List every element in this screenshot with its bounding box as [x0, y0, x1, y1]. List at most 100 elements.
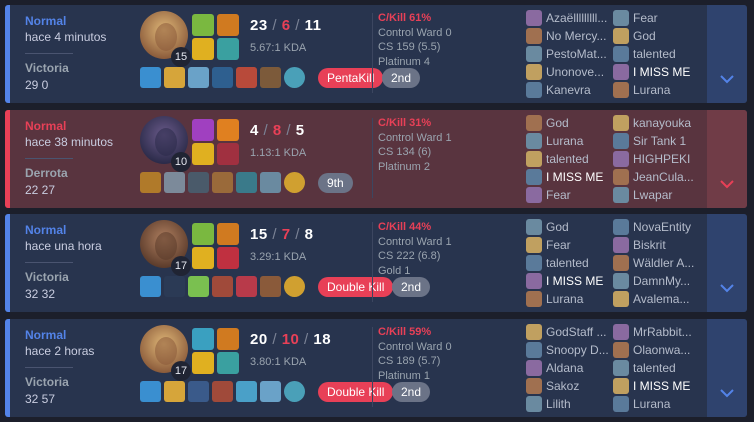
item-icon[interactable] [188, 172, 209, 193]
kda-separator: / [299, 331, 314, 348]
item-icon[interactable] [140, 172, 161, 193]
match-row[interactable]: Normal hace 4 minutos Victoria 29 0 15 23 / 6… [5, 5, 747, 103]
rune-icon[interactable] [192, 143, 214, 165]
team-player[interactable]: I MISS ME [613, 377, 692, 395]
item-icon[interactable] [164, 276, 185, 297]
team-player[interactable]: MrRabbit... [613, 323, 692, 341]
team-player[interactable]: I MISS ME [526, 168, 603, 186]
team-player[interactable]: I MISS ME [613, 63, 690, 81]
summoner-spell-icon[interactable] [192, 223, 214, 245]
item-icon[interactable] [260, 67, 281, 88]
item-icon[interactable] [212, 381, 233, 402]
team-player[interactable]: Lurana [613, 81, 690, 99]
item-icon[interactable] [212, 67, 233, 88]
player-name: God [546, 220, 569, 234]
item-icon[interactable] [188, 381, 209, 402]
rune-icon[interactable] [192, 352, 214, 374]
rune-icon[interactable] [217, 38, 239, 60]
team-player[interactable]: Wäldler A... [613, 254, 694, 272]
team-player[interactable]: Azaëlllllllll... [526, 9, 607, 27]
summoner-spell-icon[interactable] [217, 14, 239, 36]
match-row[interactable]: Normal hace 2 horas Victoria 32 57 17 20 / 10… [5, 319, 747, 417]
expand-match-button[interactable] [707, 214, 747, 312]
summoner-spell-icon[interactable] [217, 119, 239, 141]
expand-match-button[interactable] [707, 319, 747, 417]
team-player[interactable]: Lurana [526, 290, 603, 308]
summoner-spell-icon[interactable] [217, 223, 239, 245]
team-player[interactable]: God [526, 218, 603, 236]
item-icon[interactable] [260, 276, 281, 297]
team-player[interactable]: talented [526, 150, 603, 168]
item-icon[interactable] [236, 381, 257, 402]
team-player[interactable]: GodStaff ... [526, 323, 609, 341]
item-icon[interactable] [236, 172, 257, 193]
rune-icon[interactable] [192, 38, 214, 60]
team-player[interactable]: Aldana [526, 359, 609, 377]
summoner-spell-icon[interactable] [192, 119, 214, 141]
team-player[interactable]: Lwapar [613, 186, 694, 204]
team-player[interactable]: Kanevra [526, 81, 607, 99]
item-icon[interactable] [140, 381, 161, 402]
summoner-spell-icon[interactable] [217, 328, 239, 350]
item-icon[interactable] [260, 172, 281, 193]
item-icon[interactable] [164, 67, 185, 88]
item-icon[interactable] [140, 67, 161, 88]
team-player[interactable]: talented [526, 254, 603, 272]
rune-icon[interactable] [217, 352, 239, 374]
team-player[interactable]: kanayouka [613, 114, 694, 132]
trinket-icon[interactable] [284, 276, 305, 297]
team-player[interactable]: Sakoz [526, 377, 609, 395]
rune-icon[interactable] [217, 143, 239, 165]
team-player[interactable]: Fear [526, 186, 603, 204]
trinket-icon[interactable] [284, 67, 305, 88]
team-player[interactable]: Lurana [613, 395, 692, 413]
team-player[interactable]: NovaEntity [613, 218, 694, 236]
team-player[interactable]: Sir Tank 1 [613, 132, 694, 150]
item-icon[interactable] [236, 276, 257, 297]
player-champion-icon [526, 82, 542, 98]
item-icon[interactable] [260, 381, 281, 402]
item-icon[interactable] [140, 276, 161, 297]
match-row[interactable]: Normal hace 38 minutos Derrota 22 27 10 4 / 8… [5, 110, 747, 208]
item-icon[interactable] [164, 172, 185, 193]
team-player[interactable]: God [526, 114, 603, 132]
team-player[interactable]: Fear [526, 236, 603, 254]
time-ago: hace 38 minutos [25, 135, 114, 149]
team-player[interactable]: God [613, 27, 690, 45]
item-icon[interactable] [164, 381, 185, 402]
summoner-spell-icon[interactable] [192, 328, 214, 350]
item-icon[interactable] [188, 276, 209, 297]
control-wards: Control Ward 0 [378, 26, 452, 39]
team-player[interactable]: Biskrit [613, 236, 694, 254]
item-icon[interactable] [212, 172, 233, 193]
match-result: Victoria [25, 61, 69, 75]
item-icon[interactable] [188, 67, 209, 88]
team-player[interactable]: JeanCula... [613, 168, 694, 186]
team-player[interactable]: No Mercy... [526, 27, 607, 45]
team-player[interactable]: PestoMat... [526, 45, 607, 63]
rune-icon[interactable] [192, 247, 214, 269]
team-player[interactable]: HIGHPEKI [613, 150, 694, 168]
team-blue: God Lurana talented I MISS ME Fear [526, 114, 603, 204]
trinket-icon[interactable] [284, 172, 305, 193]
team-player[interactable]: I MISS ME [526, 272, 603, 290]
team-player[interactable]: Fear [613, 9, 690, 27]
team-player[interactable]: talented [613, 359, 692, 377]
item-icon[interactable] [212, 276, 233, 297]
team-player[interactable]: Avalema... [613, 290, 694, 308]
expand-match-button[interactable] [707, 5, 747, 103]
match-row[interactable]: Normal hace una hora Victoria 32 32 17 15 / 7… [5, 214, 747, 312]
team-player[interactable]: Unonove... [526, 63, 607, 81]
team-player[interactable]: Lurana [526, 132, 603, 150]
team-player[interactable]: Lilith [526, 395, 609, 413]
trinket-icon[interactable] [284, 381, 305, 402]
rune-icon[interactable] [217, 247, 239, 269]
expand-match-button[interactable] [707, 110, 747, 208]
team-player[interactable]: talented [613, 45, 690, 63]
match-duration: 32 57 [25, 392, 56, 406]
team-player[interactable]: Olaonwa... [613, 341, 692, 359]
team-player[interactable]: DamnMy... [613, 272, 694, 290]
summoner-spell-icon[interactable] [192, 14, 214, 36]
team-player[interactable]: Snoopy D... [526, 341, 609, 359]
item-icon[interactable] [236, 67, 257, 88]
